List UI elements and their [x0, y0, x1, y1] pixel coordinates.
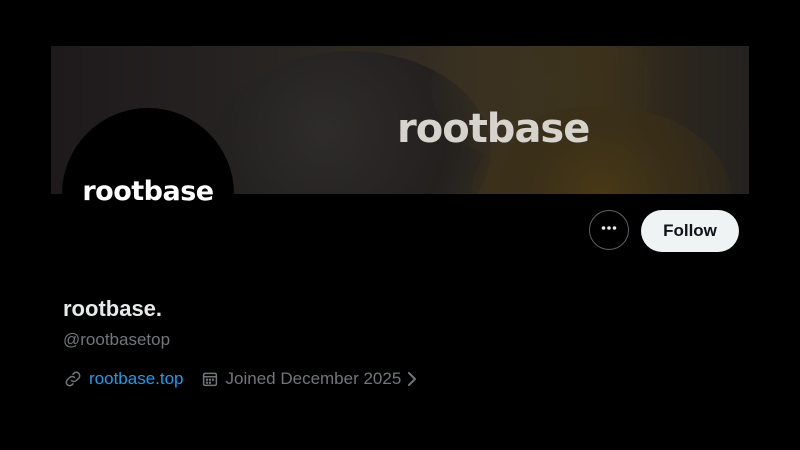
- profile-meta-row: rootbase.top Joined December 2025: [63, 367, 419, 391]
- ellipsis-icon: [599, 218, 619, 243]
- calendar-icon: [200, 369, 220, 389]
- more-options-button[interactable]: [589, 210, 629, 250]
- user-handle: @rootbasetop: [63, 330, 171, 349]
- follow-button[interactable]: Follow: [641, 210, 739, 252]
- avatar[interactable]: rootbase: [62, 108, 234, 280]
- avatar-logo-text: rootbase: [82, 176, 214, 207]
- link-icon: [63, 369, 83, 389]
- joined-date: Joined December 2025: [225, 369, 402, 388]
- display-name: rootbase.: [63, 296, 163, 321]
- profile-page: rootbase rootbase Follow rootbase. @root…: [0, 0, 800, 450]
- banner-logo-text: rootbase: [397, 106, 590, 152]
- chevron-right-icon[interactable]: [407, 369, 419, 389]
- website-link[interactable]: rootbase.top: [89, 369, 184, 389]
